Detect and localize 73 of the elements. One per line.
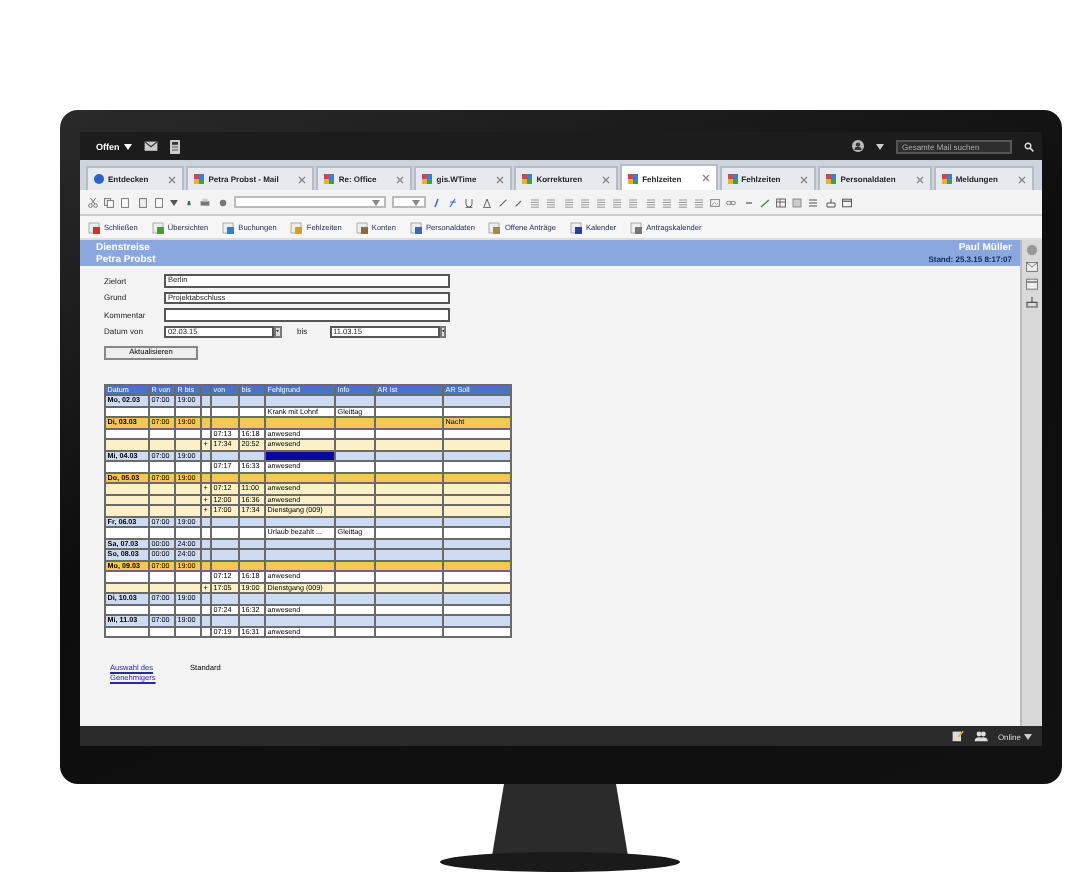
page-icon bbox=[355, 221, 368, 233]
link-icon[interactable] bbox=[726, 197, 737, 207]
caret-icon bbox=[123, 143, 132, 149]
search-icon[interactable] bbox=[1024, 141, 1034, 151]
page-icon bbox=[409, 221, 422, 233]
strike-icon[interactable] bbox=[448, 197, 459, 207]
list-icon[interactable] bbox=[808, 197, 819, 207]
tile-icon bbox=[194, 174, 205, 184]
close-icon[interactable] bbox=[1017, 175, 1026, 183]
close-icon[interactable] bbox=[915, 175, 924, 183]
align-icon[interactable] bbox=[661, 197, 672, 207]
caret-icon bbox=[876, 143, 884, 149]
calculator-icon[interactable] bbox=[169, 139, 180, 153]
page-icon bbox=[290, 221, 303, 233]
font-color-icon[interactable] bbox=[481, 197, 492, 207]
people-icon[interactable] bbox=[973, 730, 988, 742]
tile-icon bbox=[941, 174, 952, 184]
globe-icon bbox=[94, 174, 104, 184]
tray-icon[interactable] bbox=[1026, 296, 1038, 308]
window-icon[interactable] bbox=[841, 197, 852, 207]
align-icon[interactable] bbox=[546, 197, 557, 207]
record-icon[interactable] bbox=[217, 197, 227, 207]
scissors-icon[interactable] bbox=[88, 197, 98, 207]
align-icon[interactable] bbox=[595, 197, 606, 207]
tile-icon bbox=[324, 174, 335, 184]
globe-icon[interactable] bbox=[1026, 244, 1038, 256]
close-icon[interactable] bbox=[396, 175, 405, 183]
printer-icon[interactable] bbox=[200, 197, 211, 207]
tile-icon bbox=[628, 173, 639, 183]
page-icon bbox=[569, 221, 582, 233]
image-icon[interactable] bbox=[710, 197, 721, 207]
close-icon[interactable] bbox=[701, 174, 710, 182]
tile-icon bbox=[727, 174, 738, 184]
caret-icon bbox=[169, 199, 178, 205]
align-icon[interactable] bbox=[563, 197, 574, 207]
italic-icon[interactable] bbox=[432, 197, 443, 207]
page-icon bbox=[630, 221, 643, 233]
close-icon[interactable] bbox=[496, 175, 505, 183]
underline-icon[interactable] bbox=[464, 197, 475, 207]
close-icon[interactable] bbox=[602, 175, 611, 183]
page-icon bbox=[488, 221, 501, 233]
caret-icon bbox=[1024, 733, 1032, 739]
tile-icon bbox=[826, 174, 837, 184]
align-icon[interactable] bbox=[579, 197, 590, 207]
envelope-icon[interactable] bbox=[143, 140, 158, 152]
size-select[interactable] bbox=[391, 196, 426, 208]
minus-icon[interactable] bbox=[743, 197, 754, 207]
note-icon[interactable] bbox=[951, 730, 964, 742]
align-icon[interactable] bbox=[694, 197, 705, 207]
close-icon[interactable] bbox=[800, 175, 809, 183]
align-icon[interactable] bbox=[628, 197, 639, 207]
caret-icon bbox=[371, 199, 380, 205]
align-icon[interactable] bbox=[612, 197, 623, 207]
page-icon bbox=[88, 221, 100, 233]
tray-icon[interactable] bbox=[825, 197, 836, 207]
align-icon[interactable] bbox=[645, 197, 655, 207]
dropdown-button[interactable] bbox=[439, 325, 446, 338]
page-icon bbox=[222, 221, 235, 233]
calendar-icon[interactable] bbox=[1026, 278, 1038, 290]
copy-icon[interactable] bbox=[104, 197, 115, 207]
close-icon[interactable] bbox=[168, 175, 177, 183]
align-icon[interactable] bbox=[677, 197, 688, 207]
tile-icon bbox=[522, 174, 533, 184]
page-icon bbox=[151, 221, 164, 233]
font-select[interactable] bbox=[233, 196, 386, 208]
input-field[interactable] bbox=[164, 308, 450, 321]
align-icon[interactable] bbox=[530, 197, 541, 207]
tile-icon bbox=[422, 174, 433, 184]
user-icon[interactable] bbox=[852, 140, 864, 152]
table-icon[interactable] bbox=[776, 197, 786, 207]
dropdown-button[interactable] bbox=[274, 325, 281, 338]
caret-icon bbox=[411, 199, 420, 205]
close-icon[interactable] bbox=[298, 175, 307, 183]
